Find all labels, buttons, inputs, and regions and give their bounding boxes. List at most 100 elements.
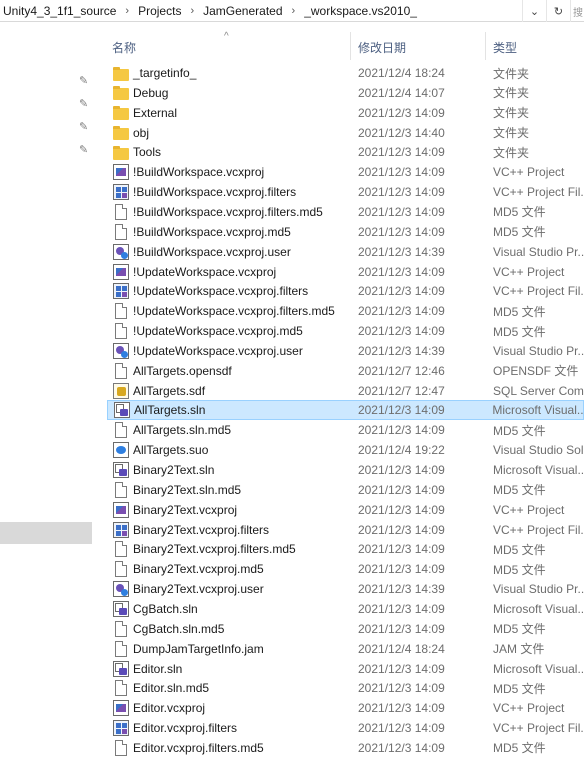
file-type: VC++ Project — [493, 701, 565, 716]
file-row[interactable]: Debug 2021/12/4 14:07 文件夹 — [107, 83, 584, 103]
breadcrumb-jamgenerated[interactable]: JamGenerated — [200, 4, 285, 18]
breadcrumb-separator-icon[interactable]: › — [119, 5, 135, 17]
breadcrumb-projects[interactable]: Projects — [135, 4, 184, 18]
breadcrumb-separator-icon[interactable]: › — [286, 5, 302, 17]
document-icon — [115, 561, 127, 578]
pin-icon[interactable]: ✎ — [79, 97, 88, 110]
file-row[interactable]: Binary2Text.vcxproj.user 2021/12/3 14:39 V… — [107, 579, 584, 599]
file-row[interactable]: Binary2Text.vcxproj.filters.md5 2021/12/3… — [107, 539, 584, 559]
address-bar[interactable]: Unity4_3_1f1_source › Projects › JamGene… — [0, 0, 584, 22]
file-name: Binary2Text.vcxproj.md5 — [133, 562, 264, 577]
file-row[interactable]: !BuildWorkspace.vcxproj.user 2021/12/3 14… — [107, 242, 584, 262]
file-date: 2021/12/3 14:09 — [358, 661, 445, 676]
document-icon — [115, 481, 127, 498]
file-date: 2021/12/3 14:09 — [358, 721, 445, 736]
file-name: !BuildWorkspace.vcxproj.filters.md5 — [133, 204, 323, 219]
file-type: VC++ Project — [493, 264, 565, 279]
file-name: Editor.vcxproj.filters — [133, 721, 238, 736]
file-row[interactable]: Editor.sln.md5 2021/12/3 14:09 MD5 文件 — [107, 678, 584, 698]
folder-icon — [113, 86, 129, 101]
file-row[interactable]: Editor.vcxproj 2021/12/3 14:09 VC++ Projec… — [107, 698, 584, 718]
vcxproj-icon — [113, 164, 129, 181]
column-name[interactable]: 名称 — [112, 39, 136, 56]
file-name: Tools — [133, 145, 162, 160]
file-name-cell: Editor.sln — [107, 660, 358, 677]
file-name-cell: AllTargets.sdf — [107, 382, 358, 399]
file-type: MD5 文件 — [493, 423, 546, 438]
document-icon — [115, 362, 127, 379]
file-row[interactable]: !UpdateWorkspace.vcxproj.filters 2021/12/… — [107, 281, 584, 301]
file-date: 2021/12/3 14:09 — [358, 204, 445, 219]
document-icon — [115, 620, 127, 637]
file-date: 2021/12/3 14:09 — [358, 224, 445, 239]
file-row[interactable]: AllTargets.opensdf 2021/12/7 12:46 OPENSDF… — [107, 361, 584, 381]
file-row[interactable]: External 2021/12/3 14:09 文件夹 — [107, 103, 584, 123]
file-name-cell: !BuildWorkspace.vcxproj — [107, 164, 358, 181]
file-date: 2021/12/3 14:09 — [358, 522, 445, 537]
file-row[interactable]: _targetinfo_ 2021/12/4 18:24 文件夹 — [107, 63, 584, 83]
file-name: Binary2Text.sln — [133, 463, 215, 477]
refresh-icon[interactable]: ↻ — [546, 0, 570, 22]
column-divider[interactable] — [350, 32, 351, 60]
file-row[interactable]: Binary2Text.sln 2021/12/3 14:09 Microsoft … — [107, 460, 584, 480]
file-name-cell: AllTargets.sln.md5 — [107, 422, 358, 439]
column-divider[interactable] — [485, 32, 486, 60]
file-row[interactable]: !UpdateWorkspace.vcxproj.user 2021/12/3 1… — [107, 341, 584, 361]
file-row[interactable]: Editor.sln 2021/12/3 14:09 Microsoft Visua… — [107, 659, 584, 679]
file-row[interactable]: !UpdateWorkspace.vcxproj.md5 2021/12/3 14… — [107, 321, 584, 341]
nav-pane-selected-item[interactable] — [0, 522, 92, 544]
file-row[interactable]: AllTargets.sln.md5 2021/12/3 14:09 MD5 文件 — [107, 420, 584, 440]
file-date: 2021/12/3 14:09 — [358, 165, 445, 180]
file-type: 文件夹 — [493, 145, 530, 160]
file-name-cell: AllTargets.suo — [107, 442, 358, 459]
file-row[interactable]: Binary2Text.vcxproj 2021/12/3 14:09 VC++ P… — [107, 500, 584, 520]
file-row[interactable]: Binary2Text.vcxproj.filters 2021/12/3 14:… — [107, 520, 584, 540]
breadcrumb-separator-icon[interactable]: › — [184, 5, 200, 17]
file-row[interactable]: CgBatch.sln.md5 2021/12/3 14:09 MD5 文件 — [107, 619, 584, 639]
vcxproj-icon — [113, 263, 129, 280]
pin-icon[interactable]: ✎ — [79, 120, 88, 133]
pin-icon[interactable]: ✎ — [79, 143, 88, 156]
file-type: Microsoft Visual... — [493, 463, 584, 477]
file-date: 2021/12/3 14:40 — [358, 125, 445, 140]
file-row[interactable]: Editor.vcxproj.filters.md5 2021/12/3 14:0… — [107, 738, 584, 758]
column-type[interactable]: 类型 — [493, 39, 517, 56]
file-type: Microsoft Visual... — [493, 601, 584, 616]
vs-user-icon — [113, 581, 129, 598]
file-row[interactable]: !BuildWorkspace.vcxproj.filters.md5 2021/… — [107, 202, 584, 222]
file-date: 2021/12/4 19:22 — [358, 443, 445, 458]
file-row[interactable]: CgBatch.sln 2021/12/3 14:09 Microsoft Visu… — [107, 599, 584, 619]
file-row[interactable]: obj 2021/12/3 14:40 文件夹 — [107, 123, 584, 143]
search-box[interactable]: 搜 — [570, 0, 584, 22]
file-type: MD5 文件 — [493, 562, 546, 577]
column-date[interactable]: 修改日期 — [358, 39, 406, 56]
file-date: 2021/12/3 14:09 — [358, 264, 445, 279]
document-icon — [115, 203, 127, 220]
file-row[interactable]: !UpdateWorkspace.vcxproj 2021/12/3 14:09 V… — [107, 262, 584, 282]
solution-icon — [113, 600, 129, 617]
vs-suo-icon — [113, 442, 129, 459]
file-row[interactable]: Editor.vcxproj.filters 2021/12/3 14:09 VC+… — [107, 718, 584, 738]
file-row[interactable]: !UpdateWorkspace.vcxproj.filters.md5 2021… — [107, 301, 584, 321]
file-name-cell: AllTargets.sln — [108, 402, 358, 419]
file-type: VC++ Project Fil... — [493, 284, 584, 299]
file-row[interactable]: Binary2Text.sln.md5 2021/12/3 14:09 MD5 文件 — [107, 480, 584, 500]
file-row[interactable]: Tools 2021/12/3 14:09 文件夹 — [107, 142, 584, 162]
file-row[interactable]: AllTargets.sdf 2021/12/7 12:47 SQL Server … — [107, 381, 584, 401]
file-row[interactable]: AllTargets.sln 2021/12/3 14:09 Microsoft V… — [107, 400, 584, 421]
file-row[interactable]: !BuildWorkspace.vcxproj.filters 2021/12/3… — [107, 182, 584, 202]
pin-icon[interactable]: ✎ — [79, 74, 88, 87]
file-name-cell: Binary2Text.vcxproj — [107, 501, 358, 518]
file-type: MD5 文件 — [493, 225, 546, 240]
file-row[interactable]: Binary2Text.vcxproj.md5 2021/12/3 14:09 MD… — [107, 559, 584, 579]
file-row[interactable]: DumpJamTargetInfo.jam 2021/12/4 18:24 JAM … — [107, 639, 584, 659]
file-name: Editor.vcxproj — [133, 701, 206, 716]
folder-icon — [113, 145, 129, 160]
file-row[interactable]: !BuildWorkspace.vcxproj.md5 2021/12/3 14:… — [107, 222, 584, 242]
document-icon — [115, 680, 127, 697]
file-row[interactable]: AllTargets.suo 2021/12/4 19:22 Visual Stud… — [107, 440, 584, 460]
breadcrumb-unity-source[interactable]: Unity4_3_1f1_source — [0, 4, 119, 18]
address-dropdown-icon[interactable]: ⌄ — [522, 0, 546, 22]
file-row[interactable]: !BuildWorkspace.vcxproj 2021/12/3 14:09 VC… — [107, 162, 584, 182]
breadcrumb-workspace[interactable]: _workspace.vs2010_ — [301, 4, 420, 18]
